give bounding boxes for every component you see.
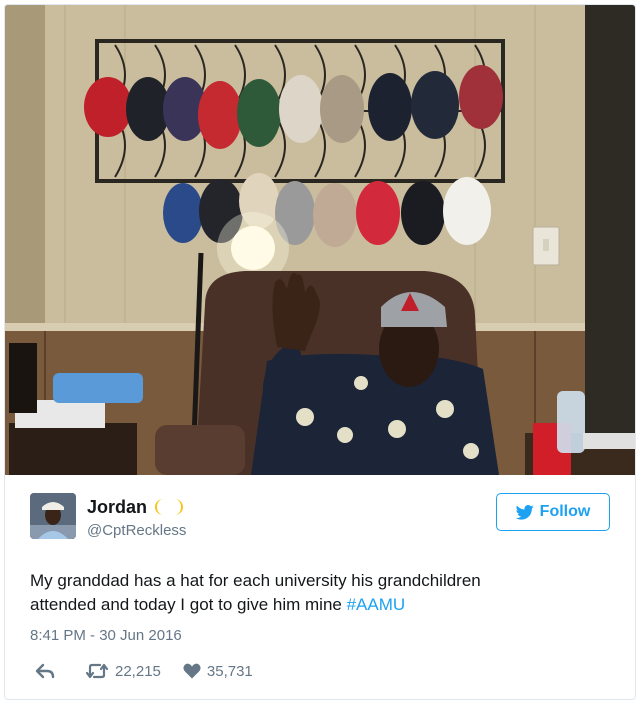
retweet-button[interactable]: 22,215: [85, 663, 161, 680]
tweet-text-line-2-prefix: attended and today I got to give him min…: [30, 595, 347, 614]
retweet-count: 22,215: [115, 662, 161, 680]
bird-icon: [515, 504, 534, 520]
crescent-moon-right-icon: [175, 499, 184, 515]
tweet-photo[interactable]: [5, 5, 635, 475]
tweet-text: My granddad has a hat for each universit…: [30, 569, 620, 617]
moon-emoji: [153, 498, 185, 516]
hashtag-link[interactable]: #AAMU: [347, 595, 406, 614]
like-count: 35,731: [206, 662, 253, 680]
tweet-timestamp[interactable]: 8:41 PM - 30 Jun 2016: [30, 627, 182, 644]
reply-button[interactable]: [35, 663, 55, 679]
tweet-text-line-2: attended and today I got to give him min…: [30, 593, 620, 617]
display-name[interactable]: Jordan: [87, 497, 147, 518]
tweet-text-line-1: My granddad has a hat for each universit…: [30, 571, 481, 590]
heart-icon: [183, 663, 201, 679]
like-button[interactable]: 35,731: [183, 663, 253, 680]
user-handle[interactable]: @CptReckless: [87, 522, 186, 539]
tweet-header: Jordan @CptReckless Follow: [30, 493, 610, 549]
follow-button[interactable]: Follow: [496, 493, 610, 531]
avatar-image: [30, 493, 76, 539]
avatar[interactable]: [30, 493, 76, 539]
tweet-card: Jordan @CptReckless Follow My granddad h…: [4, 4, 636, 700]
photo-scene: [5, 5, 635, 475]
crescent-moon-left-icon: [155, 499, 164, 515]
retweet-icon: [85, 663, 109, 679]
tweet-actions: 22,215 35,731: [35, 660, 253, 682]
follow-label: Follow: [539, 503, 591, 520]
reply-icon: [35, 663, 55, 679]
name-row: Jordan: [87, 495, 185, 519]
